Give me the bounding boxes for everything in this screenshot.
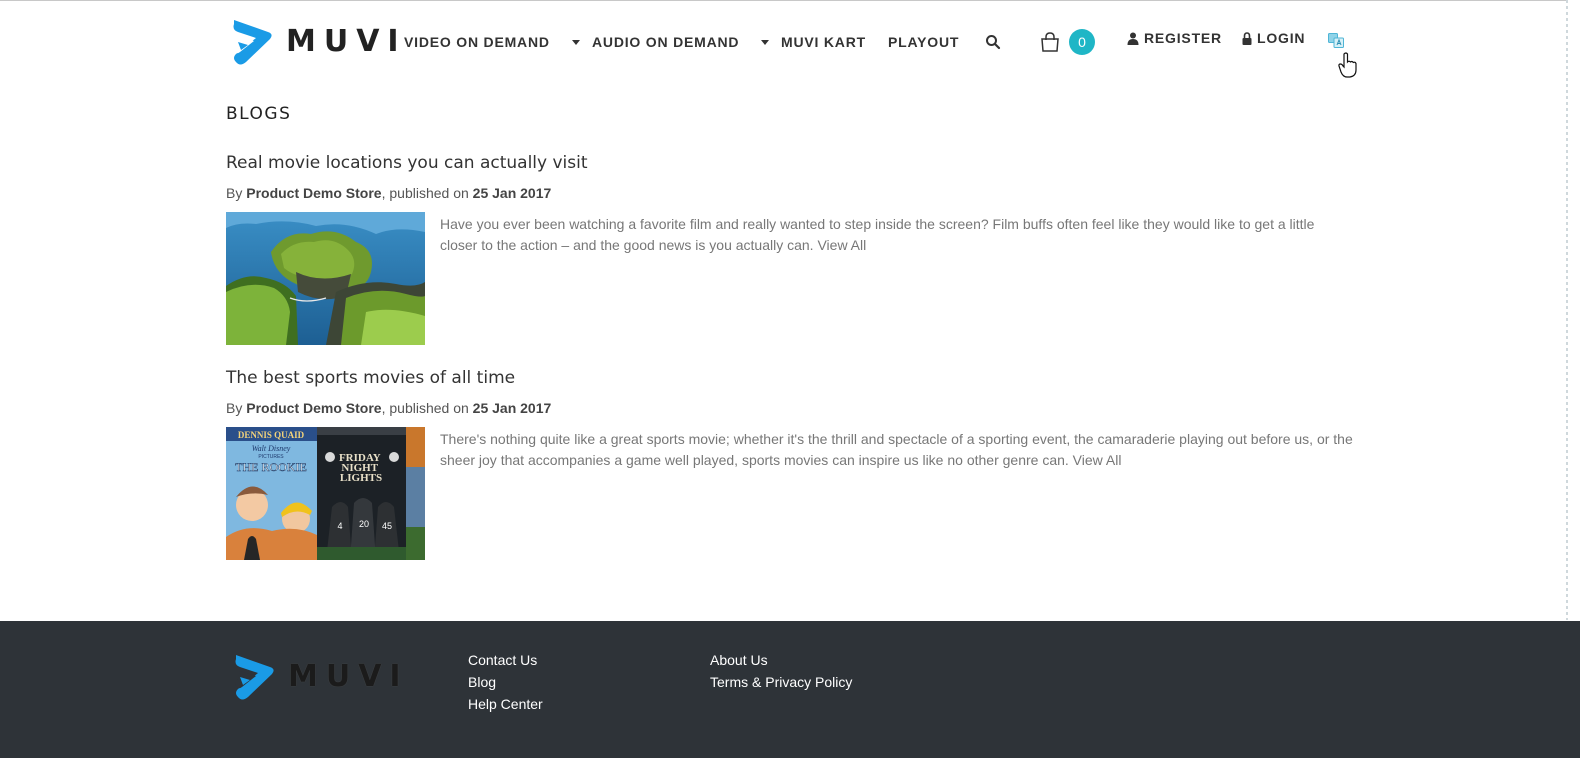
search-icon (986, 35, 1001, 50)
cart-count-badge: 0 (1069, 29, 1095, 55)
user-icon (1127, 32, 1139, 45)
poster-actor-name: DENNIS QUAID (238, 430, 305, 440)
chevron-down-icon[interactable] (761, 39, 770, 45)
by-prefix: By (226, 400, 243, 416)
poster-studio: Walt Disney (252, 444, 291, 453)
translate-icon (1328, 33, 1344, 48)
login-link[interactable]: LOGIN (1242, 30, 1305, 46)
blog-post: Real movie locations you can actually vi… (226, 153, 1356, 345)
post-meta: By Product Demo Store, published on 25 J… (226, 185, 1356, 201)
poster-title-fnl: FRIDAY NIGHT LIGHTS (339, 452, 383, 484)
muvi-logo-icon (235, 655, 274, 700)
cart-button[interactable]: 0 (1039, 29, 1095, 55)
register-link[interactable]: REGISTER (1127, 30, 1222, 46)
cart-icon (1041, 32, 1059, 52)
site-header: MUVI VIDEO ON DEMAND AUDIO ON DEMAND MUV… (0, 0, 1568, 84)
scrollbar-track[interactable] (1566, 0, 1568, 620)
nav-video-on-demand[interactable]: VIDEO ON DEMAND (404, 30, 580, 54)
footer-links-col-1: Contact Us Blog Help Center (468, 649, 543, 715)
view-all-link[interactable]: View All (1073, 452, 1122, 468)
blog-post: The best sports movies of all time By Pr… (226, 368, 1356, 560)
post-title-link[interactable]: The best sports movies of all time (226, 368, 1356, 388)
post-author: Product Demo Store (246, 185, 382, 201)
register-label: REGISTER (1144, 30, 1222, 46)
excerpt-text: Have you ever been watching a favorite f… (440, 216, 1315, 253)
footer-link-terms-privacy[interactable]: Terms & Privacy Policy (710, 671, 852, 693)
post-excerpt: Have you ever been watching a favorite f… (440, 214, 1355, 345)
login-label: LOGIN (1257, 30, 1306, 46)
nav-muvi-kart[interactable]: MUVI KART (781, 30, 866, 54)
post-title-link[interactable]: Real movie locations you can actually vi… (226, 153, 1356, 173)
footer-link-help-center[interactable]: Help Center (468, 693, 543, 715)
lock-icon (1242, 31, 1252, 45)
published-text: , published on (381, 400, 469, 416)
header-logo[interactable]: MUVI (228, 16, 407, 68)
by-prefix: By (226, 185, 243, 201)
muvi-logo-icon (233, 20, 272, 65)
nav-label: AUDIO ON DEMAND (592, 34, 740, 50)
jersey-number: 20 (359, 519, 369, 529)
post-meta: By Product Demo Store, published on 25 J… (226, 400, 1356, 416)
search-button[interactable] (985, 34, 1001, 50)
post-thumbnail[interactable]: DENNIS QUAID Walt Disney PICTURES THE RO… (226, 427, 425, 560)
logo-text: MUVI (288, 658, 409, 694)
footer-links-col-2: About Us Terms & Privacy Policy (710, 649, 852, 693)
page-title: BLOGS (226, 104, 292, 124)
sports-movie-posters-image: DENNIS QUAID Walt Disney PICTURES THE RO… (226, 427, 425, 560)
footer-link-about-us[interactable]: About Us (710, 649, 852, 671)
jersey-number: 4 (337, 521, 342, 531)
logo-text: MUVI (286, 23, 407, 59)
language-button[interactable] (1328, 33, 1344, 48)
hand-cursor-icon (1338, 52, 1357, 78)
view-all-link[interactable]: View All (817, 237, 866, 253)
post-body: DENNIS QUAID Walt Disney PICTURES THE RO… (226, 427, 1356, 560)
poster-title-rookie: THE ROOKIE (235, 460, 307, 474)
jersey-number: 45 (382, 521, 392, 531)
post-body: Have you ever been watching a favorite f… (226, 212, 1356, 345)
coastal-cliff-image (226, 212, 425, 345)
footer-link-blog[interactable]: Blog (468, 671, 543, 693)
post-author: Product Demo Store (246, 400, 382, 416)
post-excerpt: There's nothing quite like a great sport… (440, 429, 1355, 560)
published-text: , published on (381, 185, 469, 201)
footer-link-contact-us[interactable]: Contact Us (468, 649, 543, 671)
nav-label: VIDEO ON DEMAND (404, 34, 550, 50)
nav-label: MUVI KART (781, 34, 866, 50)
site-footer: MUVI Contact Us Blog Help Center About U… (0, 621, 1580, 758)
nav-audio-on-demand[interactable]: AUDIO ON DEMAND (592, 30, 770, 54)
footer-logo[interactable]: MUVI (230, 651, 409, 703)
post-thumbnail[interactable] (226, 212, 425, 345)
post-date: 25 Jan 2017 (472, 400, 552, 416)
excerpt-text: There's nothing quite like a great sport… (440, 431, 1353, 468)
post-date: 25 Jan 2017 (472, 185, 552, 201)
nav-playout[interactable]: PLAYOUT (888, 30, 959, 54)
nav-label: PLAYOUT (888, 34, 960, 50)
chevron-down-icon[interactable] (571, 39, 580, 45)
